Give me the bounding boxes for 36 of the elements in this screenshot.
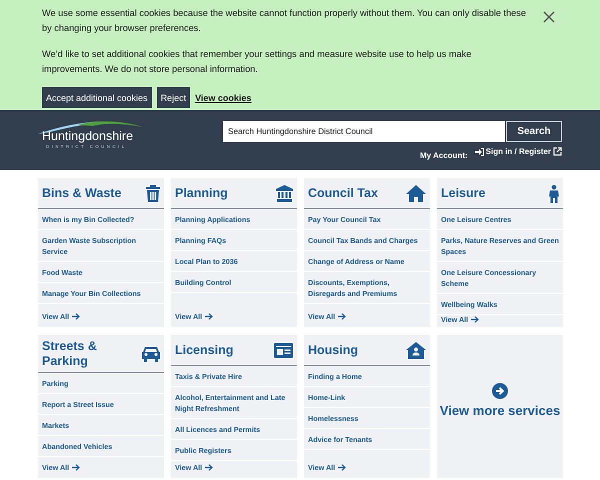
cookie-text: We’d like to set additional cookies that remember your settings and measure website use to help us make improvements. We do not store personal information. xyxy=(42,48,472,76)
arrow-right-icon xyxy=(338,313,346,320)
close-icon[interactable] xyxy=(542,10,556,24)
card-title[interactable]: Bins & Waste xyxy=(42,186,122,201)
card-title[interactable]: Leisure xyxy=(441,186,486,201)
account-label: My Account: xyxy=(420,151,468,160)
cookie-text: We use some essential cookies because the website cannot function properly without them. You can only disable these by changing your browser preferences. xyxy=(42,7,527,35)
bank-icon xyxy=(276,185,293,202)
search-button[interactable]: Search xyxy=(506,121,562,142)
person-icon xyxy=(549,184,559,202)
external-link-icon xyxy=(553,147,562,156)
cookie-button[interactable]: Accept additional cookies xyxy=(42,87,152,108)
view-more-card[interactable]: View more services xyxy=(437,335,563,478)
id-card-icon xyxy=(274,343,293,358)
arrow-right-icon xyxy=(471,316,480,323)
card-title[interactable]: Streets & Parking xyxy=(42,339,112,369)
arrow-right-icon xyxy=(205,464,214,471)
arrow-right-icon xyxy=(72,313,80,320)
house-icon xyxy=(406,185,426,202)
arrow-circle-icon xyxy=(492,383,508,399)
card-title[interactable]: Planning xyxy=(175,186,228,201)
arrow-right-icon xyxy=(338,464,346,471)
search-field[interactable]: Search Huntingdonshire District Council xyxy=(223,121,505,142)
car-icon xyxy=(142,346,160,362)
view-cookies-link[interactable]: View cookies xyxy=(195,92,252,102)
cookie-button[interactable]: Reject xyxy=(156,87,190,108)
sign-in-link[interactable]: Sign in / Register xyxy=(474,147,562,156)
logo-name: Huntingdonshire xyxy=(42,130,134,143)
sign-in-icon xyxy=(474,148,484,156)
card-title[interactable]: Housing xyxy=(308,343,358,358)
arrow-right-icon xyxy=(72,464,80,471)
trash-icon xyxy=(146,185,160,202)
house-user-icon xyxy=(406,342,426,359)
card-title[interactable]: Licensing xyxy=(175,343,234,358)
card-title[interactable]: Council Tax xyxy=(308,186,378,201)
arrow-right-icon xyxy=(205,313,214,320)
